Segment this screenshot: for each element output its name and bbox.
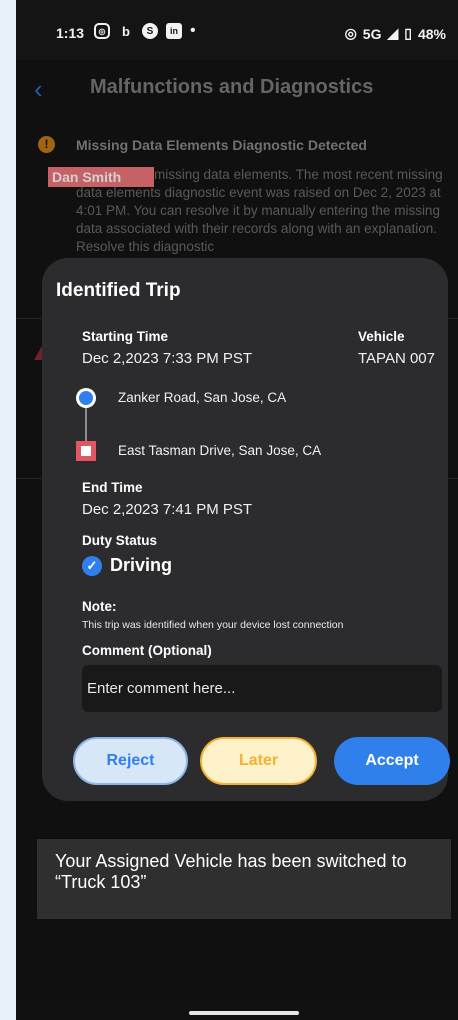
vehicle-switch-toast: Your Assigned Vehicle has been switched … [37, 839, 451, 919]
phone-screen: 1:13 ◎ b S in • ◎ 5G ◢ ▯ 48% ‹ Malfuncti… [16, 0, 458, 1020]
battery-icon: ▯ [404, 25, 412, 41]
vehicle-label: Vehicle [358, 329, 405, 344]
end-time-label: End Time [82, 480, 143, 495]
route-start-marker-icon [76, 388, 96, 408]
reject-button[interactable]: Reject [73, 737, 188, 785]
vehicle-value: TAPAN 007 [358, 350, 435, 367]
linkedin-icon: in [166, 23, 182, 39]
note-text: This trip was identified when your devic… [82, 619, 344, 631]
b-app-icon: b [122, 23, 130, 39]
more-notifications-icon: • [190, 22, 196, 39]
comment-label: Comment (Optional) [82, 643, 212, 658]
signal-icon: ◢ [387, 25, 399, 41]
route-start-address: Zanker Road, San Jose, CA [118, 390, 287, 405]
accept-button[interactable]: Accept [334, 737, 450, 785]
starting-time-value: Dec 2,2023 7:33 PM PST [82, 350, 253, 367]
status-bar: 1:13 ◎ b S in • ◎ 5G ◢ ▯ 48% [16, 0, 458, 60]
instagram-icon: ◎ [94, 23, 110, 39]
network-label: 5G [362, 25, 382, 42]
home-indicator[interactable] [189, 1011, 299, 1015]
navigation-bar [16, 1000, 458, 1020]
checkmark-icon: ✓ [82, 556, 102, 576]
end-time-value: Dec 2,2023 7:41 PM PST [82, 501, 253, 518]
dialog-title: Identified Trip [56, 280, 181, 301]
system-icons: ◎ 5G ◢ ▯ 48% [345, 25, 446, 42]
note-label: Note: [82, 599, 117, 614]
duty-status-label: Duty Status [82, 533, 158, 548]
battery-percent: 48% [417, 25, 446, 42]
s-app-icon: S [142, 23, 158, 39]
route-end-marker-icon [76, 441, 96, 461]
identified-trip-dialog: Identified Trip Starting Time Dec 2,2023… [42, 258, 450, 801]
notification-icons: ◎ b S in • [94, 22, 196, 40]
status-time: 1:13 [56, 25, 85, 41]
duty-status-value: Driving [110, 555, 173, 575]
comment-input[interactable] [82, 665, 442, 712]
starting-time-label: Starting Time [82, 329, 169, 344]
hotspot-icon: ◎ [344, 25, 357, 41]
later-button[interactable]: Later [200, 737, 317, 785]
route-end-address: East Tasman Drive, San Jose, CA [118, 443, 322, 458]
